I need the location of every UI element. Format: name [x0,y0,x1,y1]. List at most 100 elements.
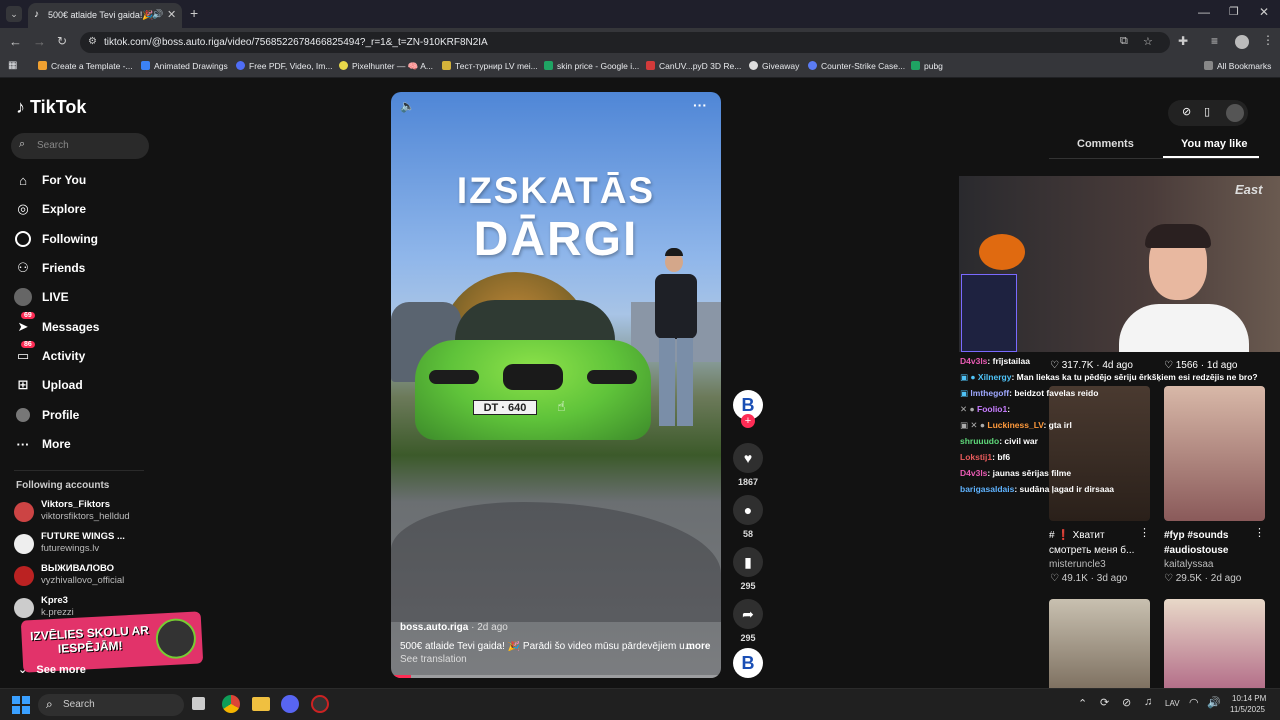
autoscroll-icon[interactable]: ⊘ [1182,105,1191,118]
video-progress-bar[interactable] [391,675,721,678]
following-account[interactable]: FUTURE WINGS ... futurewings.lv [14,530,154,556]
compass-icon: ◎ [17,201,29,216]
windows-start-icon[interactable] [12,696,30,714]
tab-speaker-icon: 🔊 [152,9,164,19]
following-account[interactable]: Viktors_Fiktors viktorsfiktors_helldud [14,498,154,524]
tray-chevron-icon[interactable]: ⌃ [1078,697,1087,710]
extensions-icon[interactable]: ✚ [1178,34,1188,48]
apps-grid-icon[interactable]: ▦ [8,60,17,71]
video-author[interactable]: boss.auto.riga · 2d ago [400,622,508,633]
nav-profile[interactable]: Profile [14,404,154,426]
bookmark-item[interactable]: Animated Drawings [141,61,228,71]
video-thumbnail[interactable] [1049,599,1150,688]
network-icon[interactable]: ⟳ [1100,696,1109,709]
nav-friends[interactable]: ⚇ Friends [14,257,154,279]
save-button[interactable]: ▮ 295 [733,547,763,591]
following-account[interactable]: ВЫЖИВАЛОВО vyzhivallovo_official [14,562,154,588]
nav-for-you[interactable]: ⌂ For You [14,169,154,191]
video-author[interactable]: misteruncle3 [1049,559,1106,570]
video-player[interactable]: DT · 640 IZSKATĀS DĀRGI 🔈 ··· boss.auto.… [391,92,721,678]
close-window-button[interactable]: ✕ [1259,5,1269,19]
microphone-icon[interactable]: ♫ [1144,696,1152,708]
volume-icon[interactable]: 🔈 [400,99,415,113]
video-thumbnail[interactable] [1164,599,1265,688]
video-more-icon[interactable]: ··· [693,97,707,113]
profile-avatar-icon[interactable] [1235,35,1249,49]
clock-time[interactable]: 10:14 PM [1232,694,1266,703]
browser-menu-icon[interactable]: ⋮ [1262,33,1274,47]
see-translation-link[interactable]: See translation [400,654,467,665]
bookmarks-bar: ▦ Create a Template -... Animated Drawin… [0,56,1280,78]
bookmark-item[interactable]: CanUV...pyD 3D Re... [646,61,741,71]
url-bar[interactable]: ⚙ tiktok.com/@boss.auto.riga/video/75685… [80,32,1170,53]
bookmark-item[interactable]: Тест-турнир LV mei... [442,61,538,71]
chrome-icon[interactable] [222,695,240,713]
chat-message: shruuudo: civil war [960,436,1038,446]
tiktok-favicon-icon: ♪ [34,9,39,20]
search-input[interactable]: ⌕ Search [11,133,149,159]
video-title[interactable]: # ❗ Хватит смотреть меня б... [1049,528,1137,558]
file-explorer-icon[interactable] [252,697,270,711]
chat-badge-icon: ▣ ✕ ● [960,420,986,430]
bookmark-item[interactable]: Pixelhunter — 🧠 A... [339,61,433,72]
friends-icon: ⚇ [17,260,29,275]
author-avatar-button[interactable]: B + [733,390,763,428]
browser-tab-active[interactable]: ♪ 500€ atlaide Tevi gaida!🎉 🔊 ✕ [28,3,182,28]
nav-activity[interactable]: ▭ 86 Activity [14,341,154,367]
tab-comments[interactable]: Comments [1077,138,1134,150]
thumbnail-more-icon[interactable]: ⋮ [1254,526,1265,539]
forward-icon[interactable]: → [33,34,46,49]
see-more-link[interactable]: ⌄ See more [18,663,86,676]
new-tab-button[interactable]: + [190,5,198,21]
video-thumbnail[interactable] [1049,386,1150,521]
task-view-icon[interactable] [192,697,205,710]
install-icon[interactable]: ⧉ [1120,35,1128,48]
tab-you-may-like[interactable]: You may like [1181,138,1247,150]
comment-button[interactable]: ● 58 [733,495,763,539]
user-avatar-icon[interactable] [1226,104,1244,122]
follow-plus-icon[interactable]: + [741,414,755,428]
language-indicator[interactable]: LAV [1165,699,1180,708]
nav-following[interactable]: Following [14,228,154,250]
video-thumbnail[interactable] [1164,386,1265,521]
like-button[interactable]: ♥ 1867 [733,443,763,487]
all-bookmarks[interactable]: All Bookmarks [1204,61,1271,71]
video-title[interactable]: #fyp #sounds #audiostouse [1164,528,1254,558]
device-icon[interactable]: ▯ [1204,105,1210,118]
taskbar-search[interactable]: ⌕ Search [38,694,184,716]
back-icon[interactable]: ← [9,34,22,49]
thumbnail-more-icon[interactable]: ⋮ [1139,526,1150,539]
reload-icon[interactable]: ↻ [57,34,67,48]
site-info-icon[interactable]: ⚙ [88,36,97,47]
bookmark-item[interactable]: skin price - Google i... [544,61,639,71]
volume-icon[interactable]: 🔊 [1207,696,1221,709]
sound-avatar-button[interactable]: B [733,648,763,678]
reading-list-icon[interactable]: ≡ [1211,34,1218,48]
clock-date[interactable]: 11/5/2025 [1230,705,1265,714]
bookmark-item[interactable]: Create a Template -... [38,61,133,71]
nav-explore[interactable]: ◎ Explore [14,198,154,220]
restore-button[interactable]: ❐ [1229,5,1239,18]
nav-more[interactable]: ··· More [14,433,154,455]
tab-close-icon[interactable]: ✕ [167,8,176,21]
vpn-icon[interactable]: ⊘ [1122,696,1131,709]
discord-icon[interactable] [281,695,299,713]
bookmark-star-icon[interactable]: ☆ [1143,35,1153,48]
video-author[interactable]: kaitalyssaa [1164,559,1213,570]
nav-messages[interactable]: ➤ 69 Messages [14,312,154,338]
bookmark-item[interactable]: Giveaway [749,61,799,71]
nav-live[interactable]: LIVE [14,286,154,308]
wifi-icon[interactable]: ◠ [1189,696,1199,709]
tab-search-button[interactable]: ⌄ [6,6,22,22]
share-button[interactable]: ➦ 295 [733,599,763,643]
minimize-button[interactable]: — [1198,5,1210,19]
bookmark-item[interactable]: Counter-Strike Case... [808,61,905,71]
bookmark-item[interactable]: pubg [911,61,943,71]
nav-upload[interactable]: ⊞ Upload [14,374,154,396]
app-icon[interactable] [311,695,329,713]
heart-outline-icon: ♡ [1050,573,1059,584]
profile-icon [14,406,32,424]
bookmark-item[interactable]: Free PDF, Video, Im... [236,61,332,71]
caption-more-link[interactable]: more [686,641,710,652]
tiktok-logo[interactable]: ♪ TikTok [16,97,86,118]
